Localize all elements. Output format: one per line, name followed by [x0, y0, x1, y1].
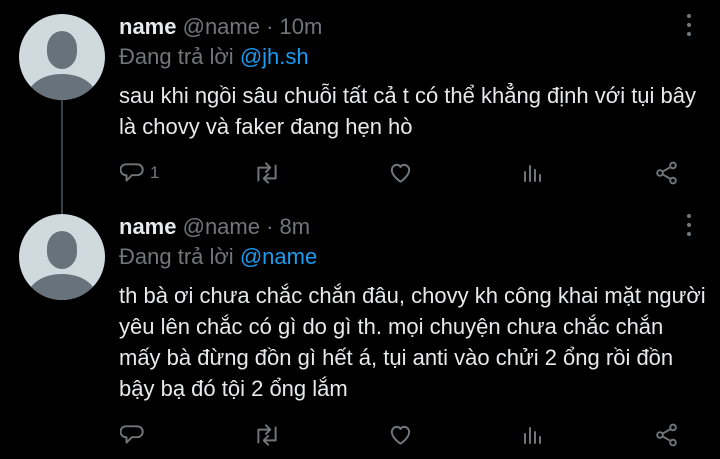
more-icon[interactable]: [686, 214, 692, 240]
avatar[interactable]: [19, 14, 105, 100]
display-name[interactable]: name: [119, 14, 176, 39]
replying-prefix: Đang trả lời: [119, 44, 234, 69]
reply-icon: [120, 425, 144, 444]
reply-button[interactable]: 1: [120, 157, 159, 189]
tweet-header: name @name · 8m: [119, 213, 310, 241]
reply-count: 1: [150, 163, 160, 182]
more-icon[interactable]: [686, 14, 692, 40]
like-button[interactable]: [387, 419, 414, 451]
tweet-text: sau khi ngồi sâu chuỗi tất cả t có thể k…: [119, 83, 697, 139]
analytics-button[interactable]: [521, 157, 545, 189]
tweet-text: th bà ơi chưa chắc chắn đâu, chovy kh cô…: [119, 283, 706, 401]
like-button[interactable]: [387, 157, 414, 189]
share-button[interactable]: [653, 157, 680, 189]
analytics-icon: [524, 165, 541, 182]
tweet-actions: [0, 419, 720, 451]
share-icon: [656, 161, 677, 185]
reply-button[interactable]: [120, 419, 150, 451]
display-name[interactable]: name: [119, 214, 176, 239]
user-handle[interactable]: @name: [183, 214, 260, 239]
replying-prefix: Đang trả lời: [119, 244, 234, 269]
retweet-button[interactable]: [253, 157, 281, 189]
analytics-icon: [524, 427, 541, 444]
user-handle[interactable]: @name: [183, 14, 260, 39]
like-icon: [390, 163, 411, 183]
replying-handle-link[interactable]: @jh.sh: [240, 44, 309, 69]
replying-handle-link[interactable]: @name: [240, 244, 317, 269]
tweet[interactable]: name @name · 10m Đang trả lời @jh.sh sau…: [0, 0, 720, 200]
timestamp[interactable]: · 8m: [266, 214, 310, 239]
share-button[interactable]: [653, 419, 680, 451]
like-icon: [390, 425, 411, 445]
retweet-icon: [257, 162, 277, 184]
reply-icon: [120, 163, 144, 182]
tweet-header: name @name · 10m: [119, 13, 322, 41]
replying-to: Đang trả lời @name: [119, 243, 317, 271]
timestamp[interactable]: · 10m: [266, 14, 322, 39]
replying-to: Đang trả lời @jh.sh: [119, 43, 309, 71]
share-icon: [656, 423, 677, 447]
tweet[interactable]: name @name · 8m Đang trả lời @name th bà…: [0, 200, 720, 459]
avatar[interactable]: [19, 214, 105, 300]
tweet-actions: 1: [0, 157, 720, 189]
retweet-button[interactable]: [253, 419, 281, 451]
retweet-icon: [257, 424, 277, 446]
analytics-button[interactable]: [521, 419, 545, 451]
